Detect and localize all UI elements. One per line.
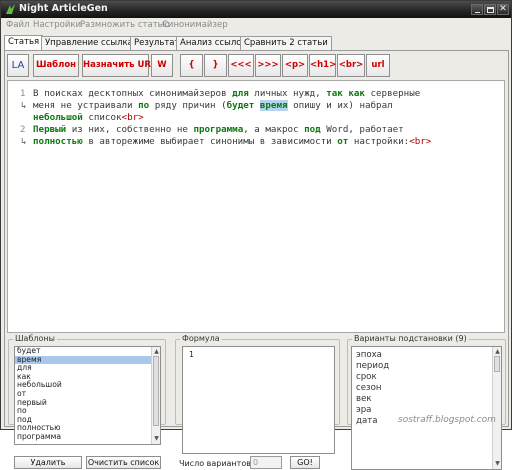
- scroll-down-icon[interactable]: ▼: [153, 435, 160, 442]
- menu-file[interactable]: Файл: [6, 20, 29, 30]
- variant-list-item[interactable]: срок: [352, 372, 501, 383]
- delete-button[interactable]: Удалить: [14, 456, 82, 469]
- la-button[interactable]: LA: [7, 54, 29, 77]
- wrap-arrow-icon: ↳: [21, 101, 27, 111]
- selected-word: время: [259, 100, 288, 111]
- shift-right-button[interactable]: >>>: [255, 54, 281, 77]
- app-window: Night ArticleGen ✕ Файл Настройки Размно…: [0, 0, 512, 470]
- template-list-item[interactable]: полностью: [15, 424, 160, 433]
- editor-line: В поисках десктопных синонимайзеров для …: [33, 88, 421, 99]
- variant-list-item[interactable]: период: [352, 361, 501, 372]
- formula-field[interactable]: 1: [182, 346, 335, 454]
- title-bar[interactable]: Night ArticleGen ✕: [1, 1, 511, 18]
- article-editor[interactable]: 1 ↳ 2 ↳ В поисках десктопных синонимайзе…: [7, 80, 505, 333]
- formula-group: Формула 1 Число вариантов 0 GO!: [175, 334, 340, 469]
- editor-line: небольшой список<br>: [33, 112, 144, 123]
- assign-url-button[interactable]: Назначить URL: [82, 54, 156, 77]
- template-list-item[interactable]: программа: [15, 432, 160, 442]
- maximize-button[interactable]: [484, 4, 496, 15]
- clear-list-button[interactable]: Очистить список: [86, 456, 161, 469]
- w-button[interactable]: W: [151, 54, 173, 77]
- variants-scrollbar[interactable]: ▲ ▼: [492, 347, 501, 469]
- scroll-thumb[interactable]: [153, 356, 159, 426]
- watermark-text: sostraff.blogspot.com: [398, 415, 496, 425]
- menu-settings[interactable]: Настройки: [33, 20, 81, 30]
- article-panel: LA Шаблон Назначить URL W { } <<< >>> <p…: [4, 50, 509, 470]
- variant-count-field[interactable]: 0: [250, 456, 282, 469]
- menu-bar: Файл Настройки Размножить статью Синоним…: [1, 18, 511, 33]
- variant-list-item[interactable]: сезон: [352, 383, 501, 394]
- formula-title: Формула: [180, 334, 222, 343]
- minimize-button[interactable]: [471, 4, 483, 15]
- templates-list[interactable]: будет время для как небольшой от первый по под по…: [14, 346, 161, 445]
- maximize-icon: [487, 7, 494, 13]
- variants-group: Варианты подстановки (9) эпоха период срок…: [347, 334, 506, 470]
- templates-title: Шаблоны: [13, 334, 57, 343]
- open-brace-button[interactable]: {: [180, 54, 203, 77]
- scroll-thumb[interactable]: [494, 356, 500, 372]
- line-number: 1: [20, 89, 26, 99]
- tab-article[interactable]: Статья: [4, 35, 44, 50]
- wrap-arrow-icon: ↳: [21, 137, 27, 147]
- template-list-item[interactable]: по: [15, 407, 160, 416]
- close-icon: ✕: [499, 4, 507, 14]
- templates-group: Шаблоны будет время для как небольшой от первы…: [8, 334, 166, 469]
- variant-list-item[interactable]: эпоха: [352, 350, 501, 361]
- line-number: 2: [20, 125, 26, 135]
- go-button[interactable]: GO!: [290, 456, 320, 469]
- br-tag-button[interactable]: <br>: [337, 54, 365, 77]
- formula-value: 1: [189, 350, 194, 359]
- h1-tag-button[interactable]: <h1>: [309, 54, 336, 77]
- minimize-icon: [475, 12, 480, 13]
- template-list-item[interactable]: время: [15, 355, 160, 365]
- window-title: Night ArticleGen: [19, 3, 108, 14]
- variants-list[interactable]: эпоха период срок сезон век эра дата ▲ ▼: [351, 346, 502, 470]
- shift-left-button[interactable]: <<<: [228, 54, 254, 77]
- variants-title: Варианты подстановки (9): [352, 334, 469, 343]
- menu-synonymizer[interactable]: Синонимайзер: [162, 20, 228, 30]
- close-brace-button[interactable]: }: [204, 54, 227, 77]
- scroll-down-icon[interactable]: ▼: [494, 460, 501, 467]
- variant-list-item[interactable]: век: [352, 394, 501, 405]
- templates-scrollbar[interactable]: ▲ ▼: [151, 347, 160, 444]
- template-button[interactable]: Шаблон: [33, 54, 79, 77]
- menu-multiply-article[interactable]: Размножить статью: [80, 20, 170, 30]
- line-number-gutter: 1 ↳ 2 ↳: [8, 81, 32, 332]
- variant-count-label: Число вариантов: [179, 459, 251, 468]
- editor-line: Первый из них, собственно не программа, …: [33, 124, 404, 135]
- editor-line: меня не устраивали по ряду причин (будет…: [33, 100, 393, 111]
- app-logo-icon: [6, 4, 15, 14]
- close-button[interactable]: ✕: [497, 4, 509, 15]
- paragraph-tag-button[interactable]: <p>: [282, 54, 308, 77]
- template-list-item[interactable]: для: [15, 364, 160, 373]
- editor-line: полностью в авторежиме выбирает синонимы…: [33, 136, 432, 147]
- template-list-item[interactable]: первый: [15, 398, 160, 408]
- tab-compare-articles[interactable]: Сравнить 2 статьи: [240, 36, 332, 50]
- scroll-up-icon[interactable]: ▲: [494, 348, 501, 355]
- templates-items: будет время для как небольшой от первый по под по…: [15, 347, 160, 442]
- scroll-up-icon[interactable]: ▲: [153, 348, 160, 355]
- template-list-item[interactable]: небольшой: [15, 381, 160, 390]
- url-button[interactable]: url: [366, 54, 390, 77]
